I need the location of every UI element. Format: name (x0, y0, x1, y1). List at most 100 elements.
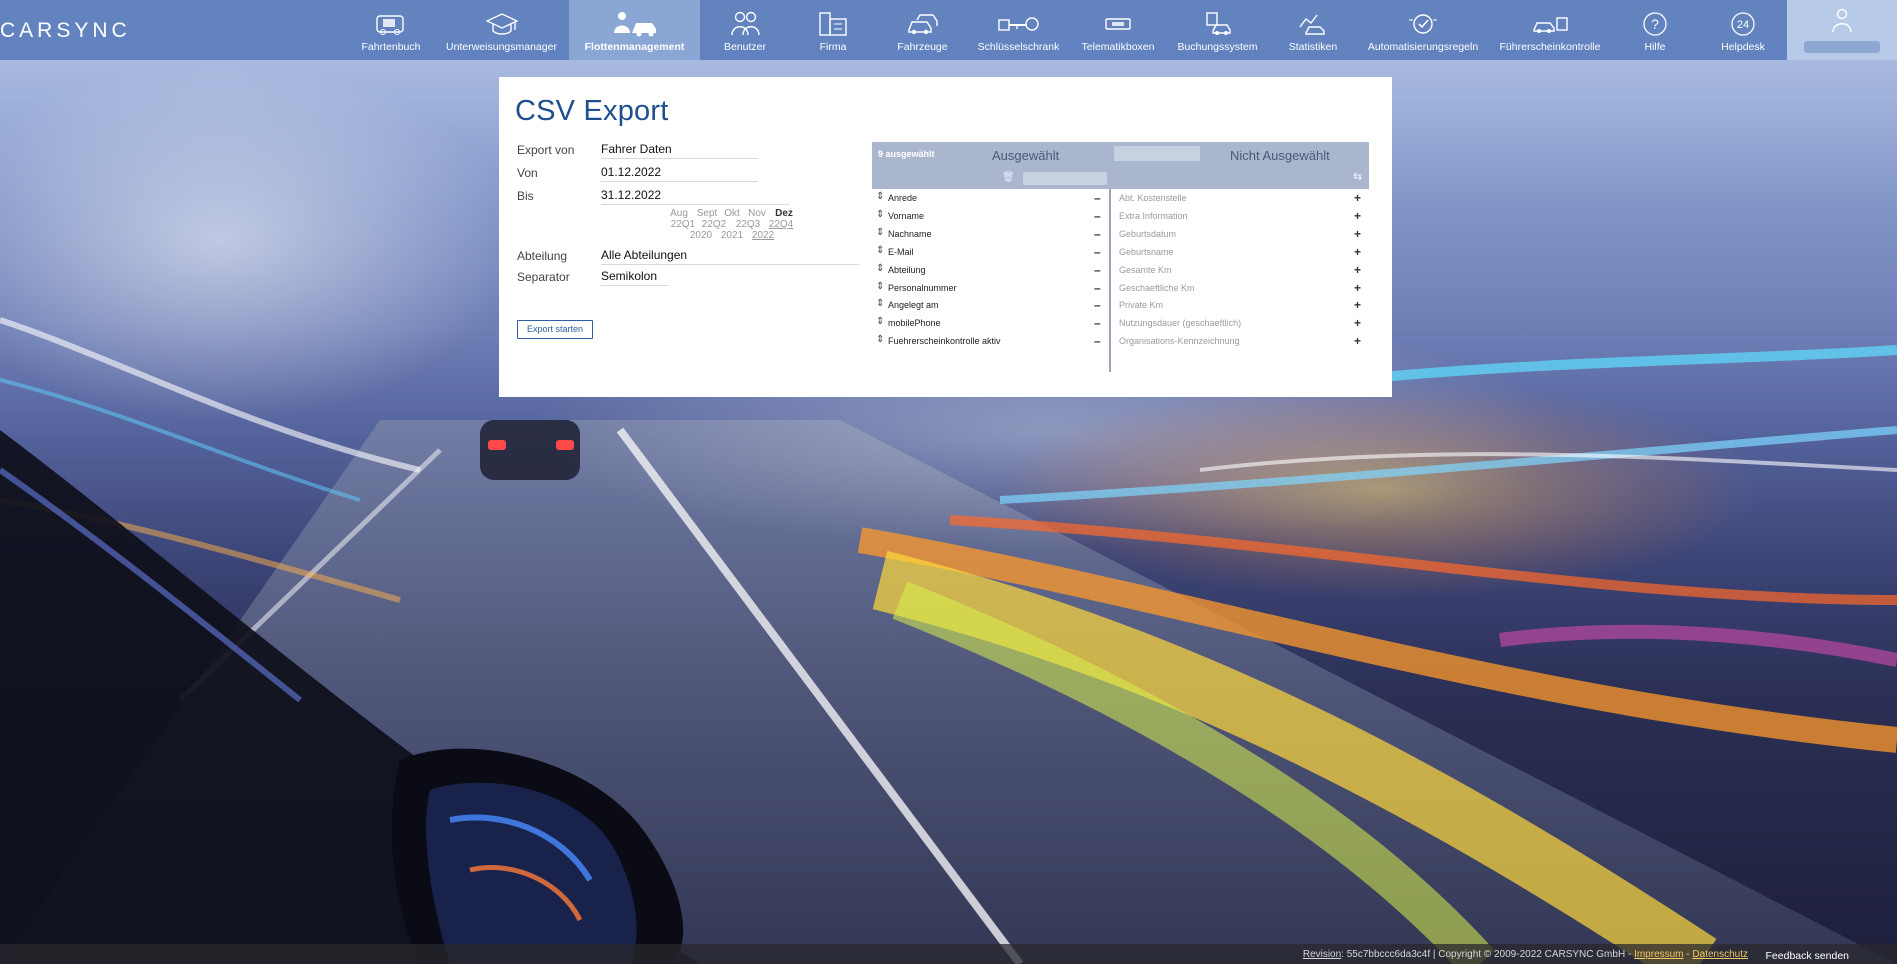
remove-column-button[interactable]: – (1094, 189, 1101, 207)
quick-quarter-22q4[interactable]: 22Q4 (766, 219, 796, 230)
feedback-button[interactable]: Feedback senden (1766, 950, 1849, 962)
selected-column-row[interactable]: ⇕ Vorname – (872, 207, 1109, 225)
selected-column-row[interactable]: ⇕ Angelegt am – (872, 296, 1109, 314)
selected-search-input[interactable] (1023, 172, 1107, 185)
nav-item-benutzer[interactable]: Benutzer (715, 0, 775, 60)
datenschutz-link[interactable]: Datenschutz (1692, 949, 1748, 960)
export-start-button[interactable]: Export starten (517, 320, 594, 339)
quick-quarter-22q2[interactable]: 22Q2 (699, 219, 729, 230)
nav-item-fahrzeuge[interactable]: Fahrzeuge (890, 0, 955, 60)
remove-column-button[interactable]: – (1094, 332, 1101, 350)
add-column-button[interactable]: + (1354, 225, 1361, 243)
quick-year-2020[interactable]: 2020 (686, 230, 716, 241)
add-column-button[interactable]: + (1354, 189, 1361, 207)
drag-handle-icon[interactable]: ⇕ (876, 206, 884, 224)
graduation-cap-icon (485, 9, 518, 39)
swap-icon[interactable]: ⇆ (1353, 170, 1362, 183)
not-selected-search-input[interactable] (1114, 146, 1200, 161)
label-von: Von (517, 166, 538, 180)
available-column-row[interactable]: Private Km + (1111, 296, 1369, 314)
footer-info: Revision: 55c7bbccc6da3c4f | Copyright ©… (1303, 949, 1748, 960)
drag-handle-icon[interactable]: ⇕ (876, 331, 884, 349)
drag-handle-icon[interactable]: ⇕ (876, 242, 884, 260)
selected-column-row[interactable]: ⇕ Personalnummer – (872, 279, 1109, 297)
quick-year-2022[interactable]: 2022 (748, 230, 778, 241)
quick-month-aug[interactable]: Aug (664, 208, 694, 219)
von-date-input[interactable]: 01.12.2022 (601, 165, 758, 182)
drag-handle-icon[interactable]: ⇕ (876, 224, 884, 242)
available-column-row[interactable]: Extra Information + (1111, 207, 1369, 225)
top-navigation-bar: CARSYNC Fahrtenbuch Unterweisungsmanager… (0, 0, 1897, 60)
add-column-button[interactable]: + (1354, 207, 1361, 225)
user-icon (1830, 6, 1854, 36)
abteilung-select[interactable]: Alle Abteilungen (601, 248, 859, 265)
separator-select[interactable]: Semikolon (601, 269, 669, 286)
nav-item-fahrtenbuch[interactable]: Fahrtenbuch (356, 0, 426, 60)
nav-item-helpdesk[interactable]: 24 Helpdesk (1720, 0, 1766, 60)
selected-column-row[interactable]: ⇕ mobilePhone – (872, 314, 1109, 332)
drag-handle-icon[interactable]: ⇕ (876, 260, 884, 278)
quick-month-nov[interactable]: Nov (742, 208, 772, 219)
drag-handle-icon[interactable]: ⇕ (876, 295, 884, 313)
nav-label: Buchungssystem (1177, 41, 1258, 53)
nav-item-firma[interactable]: Firma (806, 0, 860, 60)
nav-item-telematikboxen[interactable]: Telematikboxen (1080, 0, 1156, 60)
add-column-button[interactable]: + (1354, 279, 1361, 297)
available-column-row[interactable]: Geburtsname + (1111, 243, 1369, 261)
telematics-box-icon (1104, 9, 1132, 39)
footer: Revision: 55c7bbccc6da3c4f | Copyright ©… (0, 944, 1897, 964)
remove-column-button[interactable]: – (1094, 296, 1101, 314)
impressum-link[interactable]: Impressum (1634, 949, 1683, 960)
remove-column-button[interactable]: – (1094, 279, 1101, 297)
selected-column-row[interactable]: ⇕ Anrede – (872, 189, 1109, 207)
nav-item-unterweisungsmanager[interactable]: Unterweisungsmanager (444, 0, 559, 60)
revision-value: : 55c7bbccc6da3c4f | Copyright © 2009-20… (1341, 949, 1635, 960)
available-column-row[interactable]: Nutzungsdauer (geschaeftlich) + (1111, 314, 1369, 332)
remove-column-button[interactable]: – (1094, 207, 1101, 225)
selected-column-label: Nachname (888, 228, 932, 239)
quick-year-2021[interactable]: 2021 (717, 230, 747, 241)
remove-column-button[interactable]: – (1094, 225, 1101, 243)
user-menu[interactable] (1787, 0, 1897, 60)
add-column-button[interactable]: + (1354, 314, 1361, 332)
nav-item-schluesselschrank[interactable]: Schlüsselschrank (975, 0, 1062, 60)
svg-text:?: ? (1651, 16, 1659, 32)
selected-column-row[interactable]: ⇕ Fuehrerscheinkontrolle aktiv – (872, 332, 1109, 350)
nav-item-automatisierungsregeln[interactable]: Automatisierungsregeln (1368, 0, 1478, 60)
add-column-button[interactable]: + (1354, 332, 1361, 350)
selected-column-label: Personalnummer (888, 282, 957, 293)
remove-column-button[interactable]: – (1094, 314, 1101, 332)
selected-column-row[interactable]: ⇕ E-Mail – (872, 243, 1109, 261)
available-column-row[interactable]: Organisations-Kennzeichnung + (1111, 332, 1369, 350)
trash-icon[interactable]: 🗑 (1002, 172, 1015, 183)
drag-handle-icon[interactable]: ⇕ (876, 313, 884, 331)
carsync-logo[interactable]: CARSYNC (0, 19, 131, 43)
quick-month-dez[interactable]: Dez (769, 208, 799, 219)
add-column-button[interactable]: + (1354, 243, 1361, 261)
available-column-row[interactable]: Geburtsdatum + (1111, 225, 1369, 243)
export-von-select[interactable]: Fahrer Daten (601, 142, 758, 159)
add-column-button[interactable]: + (1354, 296, 1361, 314)
nav-item-fuehrerscheinkontrolle[interactable]: Führerscheinkontrolle (1500, 0, 1600, 60)
selected-column-row[interactable]: ⇕ Nachname – (872, 225, 1109, 243)
add-column-button[interactable]: + (1354, 261, 1361, 279)
drag-handle-icon[interactable]: ⇕ (876, 188, 884, 206)
nav-item-buchungssystem[interactable]: Buchungssystem (1177, 0, 1258, 60)
available-column-row[interactable]: Gesamte Km + (1111, 261, 1369, 279)
quick-quarter-22q3[interactable]: 22Q3 (733, 219, 763, 230)
nav-item-flottenmanagement[interactable]: Flottenmanagement (569, 0, 700, 60)
remove-column-button[interactable]: – (1094, 261, 1101, 279)
bis-date-input[interactable]: 31.12.2022 (601, 188, 789, 205)
label-separator: Separator (517, 270, 570, 284)
quick-quarter-22q1[interactable]: 22Q1 (668, 219, 698, 230)
selected-column-row[interactable]: ⇕ Abteilung – (872, 261, 1109, 279)
remove-column-button[interactable]: – (1094, 243, 1101, 261)
available-column-row[interactable]: Geschaeftliche Km + (1111, 279, 1369, 297)
available-column-label: Organisations-Kennzeichnung (1119, 336, 1240, 347)
nav-item-statistiken[interactable]: Statistiken (1285, 0, 1341, 60)
nav-label: Unterweisungsmanager (446, 41, 557, 53)
available-column-row[interactable]: Abt. Kostenstelle + (1111, 189, 1369, 207)
nav-item-hilfe[interactable]: ? Hilfe (1637, 0, 1673, 60)
label-export-von: Export von (517, 143, 575, 157)
drag-handle-icon[interactable]: ⇕ (876, 278, 884, 296)
